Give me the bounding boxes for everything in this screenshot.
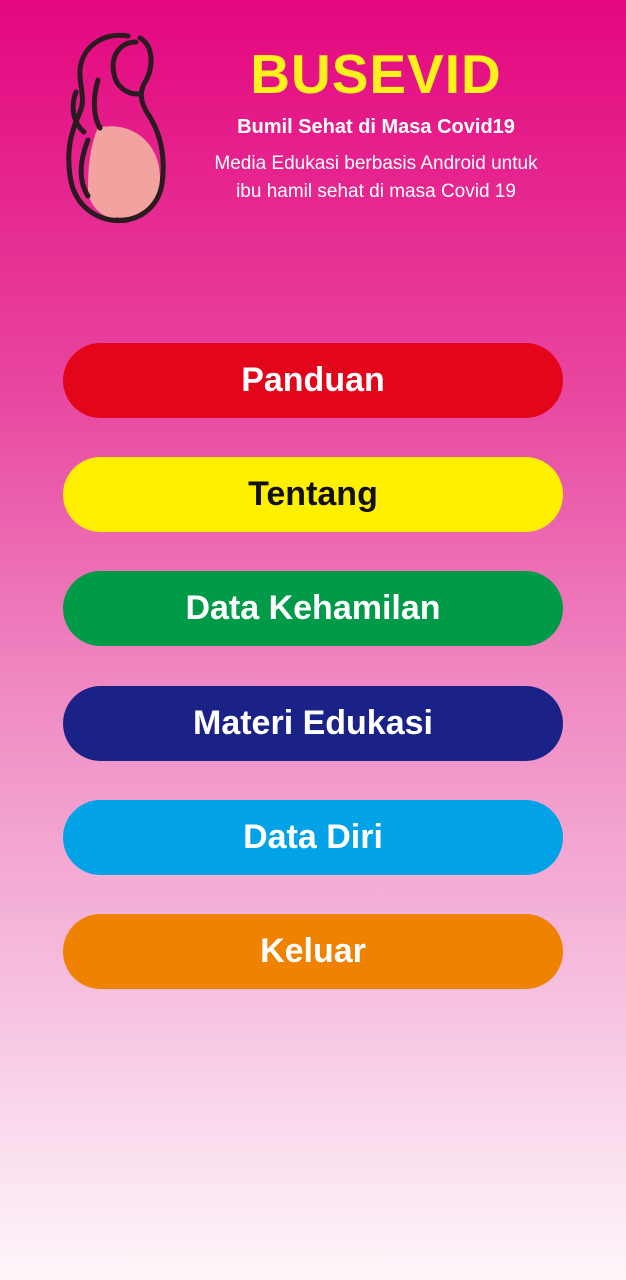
app-subtitle: Bumil Sehat di Masa Covid19: [237, 116, 515, 138]
main-screen: BUSEVID Bumil Sehat di Masa Covid19 Medi…: [0, 0, 626, 1280]
tentang-button[interactable]: Tentang: [63, 457, 563, 532]
header-text: BUSEVID Bumil Sehat di Masa Covid19 Medi…: [182, 42, 570, 206]
app-title: BUSEVID: [250, 43, 502, 105]
panduan-button[interactable]: Panduan: [63, 343, 563, 418]
pregnant-woman-icon: [66, 32, 166, 224]
data-diri-button[interactable]: Data Diri: [63, 800, 563, 875]
app-description-line-2: ibu hamil sehat di masa Covid 19: [236, 181, 516, 202]
app-description-line-1: Media Edukasi berbasis Android untuk: [214, 153, 538, 174]
materi-edukasi-button[interactable]: Materi Edukasi: [63, 686, 563, 761]
keluar-button[interactable]: Keluar: [63, 914, 563, 989]
data-kehamilan-button[interactable]: Data Kehamilan: [63, 571, 563, 646]
app-description: Media Edukasi berbasis Android untuk ibu…: [182, 150, 570, 206]
